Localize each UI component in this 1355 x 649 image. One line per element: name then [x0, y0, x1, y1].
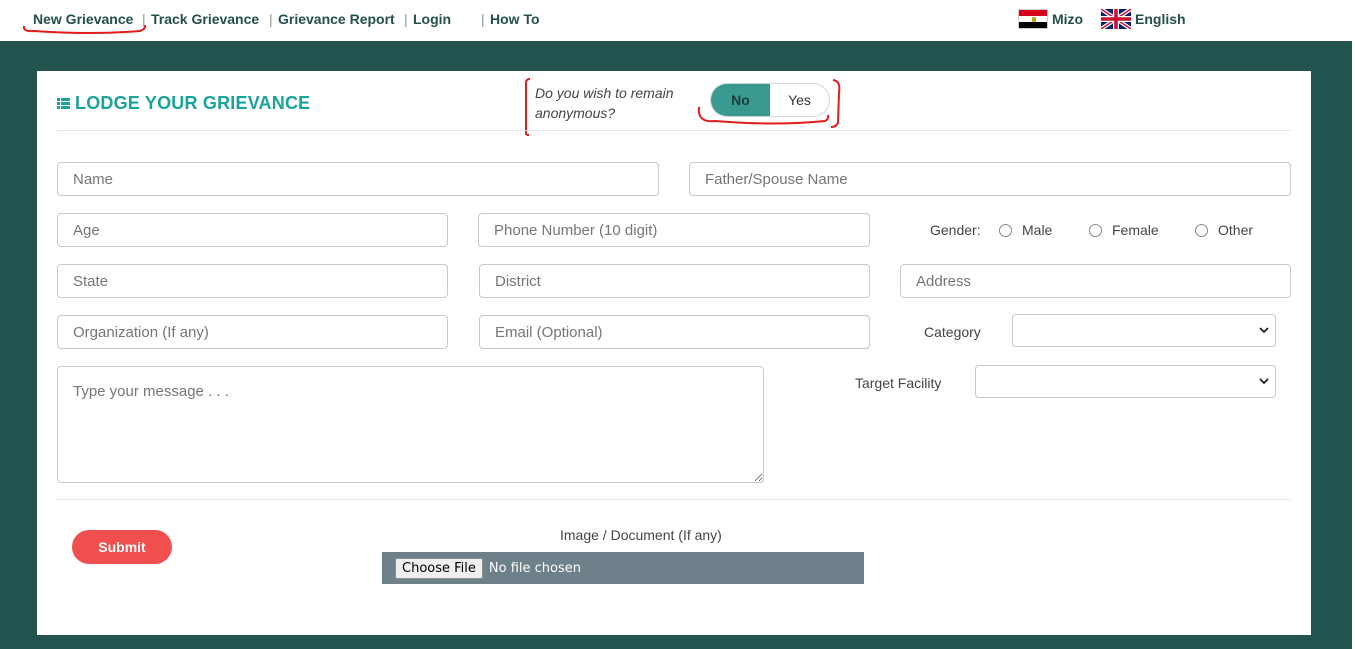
phone-input[interactable]: [478, 213, 870, 247]
message-textarea[interactable]: [57, 366, 764, 483]
choose-file-button[interactable]: Choose File: [395, 557, 483, 579]
divider: [57, 130, 1291, 131]
anonymous-question: Do you wish to remain anonymous?: [535, 85, 674, 121]
chevron-down-icon: [1259, 378, 1269, 385]
target-facility-label: Target Facility: [855, 375, 942, 391]
annotation-underline: [22, 24, 147, 34]
nav-login[interactable]: Login: [413, 11, 451, 27]
nav-separator: |: [404, 11, 408, 27]
gender-male-label: Male: [1022, 222, 1053, 238]
form-title-text: LODGE YOUR GRIEVANCE: [75, 93, 311, 113]
mizoram-flag-icon: [1018, 9, 1048, 29]
gender-other-option[interactable]: Other: [1195, 222, 1253, 238]
chevron-down-icon: [1259, 327, 1269, 334]
target-facility-select[interactable]: [975, 365, 1276, 398]
address-input[interactable]: [900, 264, 1291, 298]
district-input[interactable]: [479, 264, 870, 298]
nav-separator: |: [481, 11, 485, 27]
nav-grievance-report[interactable]: Grievance Report: [278, 11, 395, 27]
no-file-text: No file chosen: [488, 560, 581, 576]
email-input[interactable]: [479, 315, 870, 349]
organization-input[interactable]: [57, 315, 448, 349]
language-english[interactable]: English: [1101, 9, 1186, 29]
submit-button[interactable]: Submit: [72, 530, 172, 564]
grievance-form-card: LODGE YOUR GRIEVANCE Do you wish to rema…: [37, 71, 1311, 635]
radio-button[interactable]: [1089, 223, 1102, 237]
top-navigation: New Grievance | Track Grievance | Grieva…: [0, 0, 1355, 41]
gender-other-label: Other: [1218, 222, 1254, 238]
radio-button[interactable]: [1195, 223, 1208, 237]
annotation-bracket: [524, 78, 531, 136]
gender-female-option[interactable]: Female: [1089, 222, 1159, 238]
father-spouse-name-input[interactable]: [689, 162, 1291, 196]
age-input[interactable]: [57, 213, 448, 247]
list-icon: [57, 98, 70, 109]
language-mizo[interactable]: Mizo: [1018, 9, 1083, 29]
nav-track-grievance[interactable]: Track Grievance: [151, 11, 259, 27]
nav-separator: |: [269, 11, 273, 27]
category-label: Category: [924, 324, 981, 340]
language-english-label: English: [1135, 11, 1186, 27]
divider: [57, 499, 1291, 500]
gender-label: Gender:: [930, 222, 981, 238]
name-input[interactable]: [57, 162, 659, 196]
category-select[interactable]: [1012, 314, 1276, 347]
gender-female-label: Female: [1112, 222, 1159, 238]
upload-label: Image / Document (If any): [560, 527, 722, 543]
nav-how-to[interactable]: How To: [490, 11, 540, 27]
file-upload[interactable]: Choose File No file chosen: [382, 552, 864, 584]
state-input[interactable]: [57, 264, 448, 298]
annotation-bracket: [697, 79, 841, 128]
radio-button[interactable]: [999, 223, 1012, 237]
language-mizo-label: Mizo: [1052, 11, 1084, 27]
form-title: LODGE YOUR GRIEVANCE: [57, 93, 310, 114]
gender-male-option[interactable]: Male: [999, 222, 1052, 238]
uk-flag-icon: [1101, 9, 1131, 29]
